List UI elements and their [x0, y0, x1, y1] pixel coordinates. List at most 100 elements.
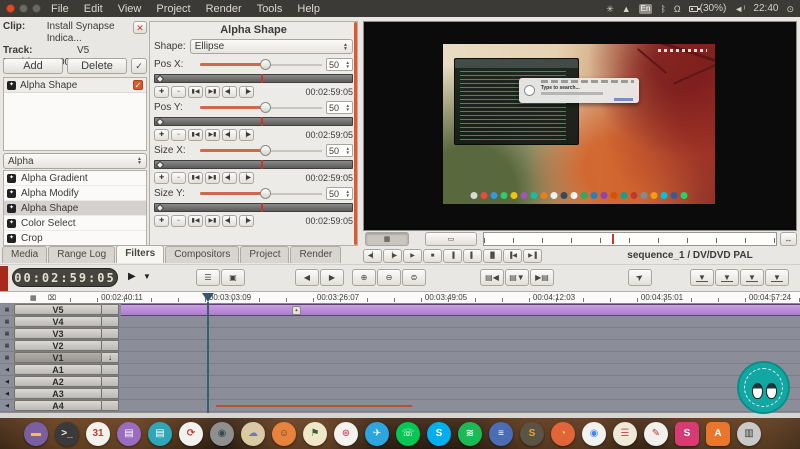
keyframe-bar[interactable]: [154, 117, 353, 126]
track-active-column-a1[interactable]: [102, 364, 119, 375]
param-slider[interactable]: [200, 58, 322, 71]
dock-icon-gimp[interactable]: ☺: [272, 422, 296, 446]
filter-group-item-alpha-shape[interactable]: ✦Alpha Shape: [4, 201, 146, 216]
compositors-panel-button[interactable]: ▣: [221, 269, 245, 286]
dock-icon-camera[interactable]: ◉: [210, 422, 234, 446]
bluetooth-icon[interactable]: ᛒ: [660, 4, 665, 14]
keyframe-bar[interactable]: [154, 74, 353, 83]
filter-stack-item[interactable]: ✦ Alpha Shape ✓: [4, 78, 146, 93]
dock-icon-text-editor[interactable]: ▤: [117, 422, 141, 446]
dock-icon-telegram[interactable]: ✈: [365, 422, 389, 446]
dock-icon-terminal[interactable]: >_: [55, 422, 79, 446]
insert-button[interactable]: ▤▼: [505, 269, 529, 286]
indicator-icon[interactable]: ✳: [606, 4, 614, 14]
tab-compositors[interactable]: Compositors: [165, 246, 239, 263]
dock-icon-slack[interactable]: S: [675, 422, 699, 446]
track-row-v5[interactable]: ▦V5✦: [0, 304, 800, 316]
track-active-column-v5[interactable]: [102, 304, 119, 315]
prev-frame-button[interactable]: ◀▏: [363, 249, 382, 263]
delete-keyframe-button[interactable]: −: [171, 86, 186, 98]
dock-icon-sublime-text[interactable]: S: [520, 422, 544, 446]
dock-icon-spotify[interactable]: ≋: [458, 422, 482, 446]
kf-prev-frame-button[interactable]: ◀▏: [222, 86, 237, 98]
param-value-spinbox[interactable]: 50▲▼: [326, 58, 353, 71]
tab-render[interactable]: Render: [290, 246, 341, 263]
prev-keyframe-button[interactable]: ▮◀: [188, 215, 203, 227]
add-filter-button[interactable]: Add: [3, 58, 63, 74]
jump-forward-button[interactable]: ▶: [320, 269, 344, 286]
clip-filter-icon[interactable]: ✦: [292, 306, 301, 315]
zoom-in-button[interactable]: ⊕: [352, 269, 376, 286]
insert-overwrite-button[interactable]: ▤◀: [480, 269, 504, 286]
clock[interactable]: 22:40: [753, 3, 778, 14]
param-value-spinbox[interactable]: 50▲▼: [326, 144, 353, 157]
clear-clip-button[interactable]: ✕: [133, 21, 147, 34]
menu-file[interactable]: File: [51, 3, 69, 15]
jump-back-button[interactable]: ◀: [295, 269, 319, 286]
track-head-a4[interactable]: A4: [14, 400, 102, 411]
keyframe-diamond-icon[interactable]: [156, 161, 164, 169]
shape-select[interactable]: Ellipse ▲▼: [190, 39, 353, 54]
track-head-v3[interactable]: V3: [14, 328, 102, 339]
dock-icon-franz[interactable]: ≡: [489, 422, 513, 446]
dock-icon-app-store[interactable]: A: [706, 422, 730, 446]
track-active-column-v4[interactable]: [102, 316, 119, 327]
tab-range-log[interactable]: Range Log: [48, 246, 115, 263]
delete-filter-button[interactable]: Delete: [67, 58, 127, 74]
filter-active-checkbox[interactable]: ✓: [133, 80, 143, 90]
kf-prev-frame-button[interactable]: ◀▏: [222, 172, 237, 184]
kf-next-frame-button[interactable]: ▕▶: [239, 215, 254, 227]
next-keyframe-button[interactable]: ▶▮: [205, 172, 220, 184]
tab-project[interactable]: Project: [240, 246, 289, 263]
delete-range-button[interactable]: ▼: [765, 269, 789, 286]
filter-group-select[interactable]: Alpha ▲▼: [3, 153, 147, 169]
kf-prev-frame-button[interactable]: ◀▏: [222, 129, 237, 141]
menu-project[interactable]: Project: [156, 3, 190, 15]
add-keyframe-button[interactable]: ✚: [154, 129, 169, 141]
monitor-ruler[interactable]: [483, 232, 777, 246]
kf-next-frame-button[interactable]: ▕▶: [239, 129, 254, 141]
timeline-ruler[interactable]: ▦ ⌧ 00:02:40:1100:03:03:0900:03:26:0700:…: [0, 291, 800, 304]
mark-in-button[interactable]: ▐: [443, 249, 462, 263]
menu-tools[interactable]: Tools: [257, 3, 283, 15]
mark-out-button[interactable]: ▌: [463, 249, 482, 263]
tab-media[interactable]: Media: [2, 246, 47, 263]
splice-out-button[interactable]: ▼: [690, 269, 714, 286]
keyframe-diamond-icon[interactable]: [156, 204, 164, 212]
filter-group-item-crop[interactable]: ✦Crop: [4, 231, 146, 246]
append-button[interactable]: ▶▤: [530, 269, 554, 286]
to-mark-out-button[interactable]: ▶▐: [523, 249, 542, 263]
track-head-v2[interactable]: V2: [14, 340, 102, 351]
to-mark-in-button[interactable]: ▐◀: [503, 249, 522, 263]
stop-button[interactable]: ■: [423, 249, 442, 263]
param-slider[interactable]: [200, 187, 322, 200]
zoom-fit-button[interactable]: ⊜: [402, 269, 426, 286]
prev-keyframe-button[interactable]: ▮◀: [188, 172, 203, 184]
slider-handle[interactable]: [260, 102, 271, 113]
close-window-icon[interactable]: [6, 4, 15, 13]
keyframe-diamond-icon[interactable]: [156, 118, 164, 126]
delete-keyframe-button[interactable]: −: [171, 215, 186, 227]
spin-arrows-icon[interactable]: ▲▼: [346, 104, 350, 111]
spin-arrows-icon[interactable]: ▲▼: [346, 190, 350, 197]
track-head-v4[interactable]: V4: [14, 316, 102, 327]
dock-icon-sync[interactable]: ⟳: [179, 422, 203, 446]
menu-view[interactable]: View: [118, 3, 142, 15]
tab-filters[interactable]: Filters: [116, 245, 164, 263]
add-keyframe-button[interactable]: ✚: [154, 86, 169, 98]
ruler-film-icon[interactable]: ▦: [30, 294, 37, 302]
monitor[interactable]: Type to search...: [363, 21, 797, 231]
play-button[interactable]: ▶: [403, 249, 422, 263]
minimize-window-icon[interactable]: [19, 4, 28, 13]
next-keyframe-button[interactable]: ▶▮: [205, 86, 220, 98]
ripple-delete-button[interactable]: ▼: [740, 269, 764, 286]
dock-icon-files[interactable]: ▬: [24, 422, 48, 446]
keyboard-layout-indicator[interactable]: En: [639, 4, 653, 14]
spin-arrows-icon[interactable]: ▲▼: [346, 147, 350, 154]
track-row-a1[interactable]: ◀A1: [0, 364, 800, 376]
track-row-v3[interactable]: ▦V3: [0, 328, 800, 340]
dock-icon-calendar[interactable]: 31: [86, 422, 110, 446]
filter-group-item-alpha-gradient[interactable]: ✦Alpha Gradient: [4, 171, 146, 186]
add-keyframe-button[interactable]: ✚: [154, 215, 169, 227]
menu-render[interactable]: Render: [206, 3, 242, 15]
